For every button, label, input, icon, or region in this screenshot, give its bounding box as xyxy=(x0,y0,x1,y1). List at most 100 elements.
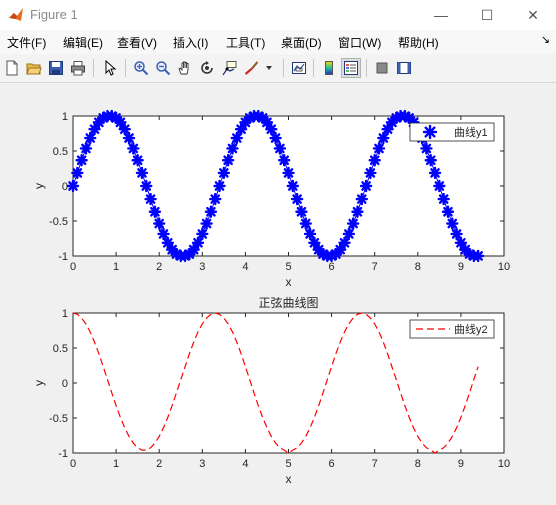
show-plot-tools-icon[interactable] xyxy=(394,58,414,78)
x-tick-label: 0 xyxy=(70,458,76,470)
y-tick-label: 0.5 xyxy=(53,146,68,158)
zoom-in-icon[interactable] xyxy=(131,58,151,78)
y-tick-label: 1 xyxy=(62,111,68,123)
data-point-y1 xyxy=(277,154,291,167)
legend-icon[interactable] xyxy=(341,58,361,78)
x-tick-label: 2 xyxy=(156,261,162,273)
y-tick-label: 1 xyxy=(62,308,68,320)
data-point-y1 xyxy=(424,154,437,167)
title-bar: Figure 1 — ☐ ✕ xyxy=(0,0,556,30)
menu-overflow-arrow-icon[interactable]: ↘ xyxy=(541,33,550,46)
data-point-y1 xyxy=(286,179,300,193)
x-tick-label: 8 xyxy=(415,458,421,470)
data-point-y1 xyxy=(355,192,368,206)
legend[interactable]: 曲线y2 xyxy=(409,319,495,339)
data-point-y1 xyxy=(131,154,144,167)
data-point-y1 xyxy=(273,142,287,155)
data-point-y1 xyxy=(351,205,364,218)
x-tick-label: 6 xyxy=(329,458,335,470)
data-point-y1 xyxy=(144,192,157,206)
toolbar-separator xyxy=(93,59,94,77)
colorbar-icon[interactable] xyxy=(319,58,339,78)
data-point-y1 xyxy=(437,192,450,206)
data-point-y1 xyxy=(471,249,485,263)
x-tick-label: 9 xyxy=(458,458,464,470)
minimize-button[interactable]: — xyxy=(418,0,464,30)
x-axis-label: x xyxy=(286,472,292,486)
x-tick-label: 5 xyxy=(285,261,291,273)
figure-plots: 0 1 2 3 4 5 6 7 8 9 10-1-0.500.51xy曲线y10 1 2 3 4 5 6 7 8 9 1… xyxy=(32,109,510,486)
menu-desktop[interactable]: 桌面(D) xyxy=(281,34,322,51)
y-axis-label: y xyxy=(32,380,46,386)
data-point-y1 xyxy=(282,166,295,180)
data-point-y1 xyxy=(368,154,381,167)
toolbar-separator xyxy=(125,59,126,77)
data-point-y1 xyxy=(122,131,136,145)
x-tick-label: 3 xyxy=(199,458,205,470)
data-point-y1 xyxy=(66,179,80,193)
new-figure-icon[interactable] xyxy=(2,58,22,78)
menu-window[interactable]: 窗口(W) xyxy=(338,34,381,51)
x-tick-label: 1 xyxy=(113,458,119,470)
data-point-y1 xyxy=(372,142,386,155)
x-tick-label: 10 xyxy=(498,458,510,470)
legend[interactable]: 曲线y1 xyxy=(409,122,495,142)
data-point-y1 xyxy=(290,192,304,206)
data-point-y1 xyxy=(140,179,153,193)
rotate-3d-icon[interactable] xyxy=(197,58,217,78)
pointer-icon[interactable] xyxy=(100,58,120,78)
menu-edit[interactable]: 编辑(E) xyxy=(63,34,103,51)
data-point-y1 xyxy=(441,205,455,218)
toolbar-separator xyxy=(366,59,367,77)
data-point-y1 xyxy=(342,227,356,241)
menu-tools[interactable]: 工具(T) xyxy=(226,34,265,51)
x-tick-label: 0 xyxy=(70,261,76,273)
menu-file[interactable]: 文件(F) xyxy=(7,34,46,51)
x-tick-label: 7 xyxy=(372,261,378,273)
maximize-button[interactable]: ☐ xyxy=(464,0,510,30)
print-icon[interactable] xyxy=(68,58,88,78)
legend-label: 曲线y2 xyxy=(454,322,488,336)
brush-dropdown-icon[interactable] xyxy=(262,58,276,78)
data-point-y1 xyxy=(359,179,373,193)
brush-icon[interactable] xyxy=(241,58,261,78)
pan-hand-icon[interactable] xyxy=(175,58,195,78)
data-point-y1 xyxy=(204,205,218,218)
subplot-1: 0 1 2 3 4 5 6 7 8 9 10 -1 -0.5 0 0.5 1 x y 曲线y1 xyxy=(32,109,510,289)
data-point-y1 xyxy=(295,205,308,218)
menu-help[interactable]: 帮助(H) xyxy=(398,34,439,51)
data-point-y1 xyxy=(420,142,433,155)
figure-canvas: 0 1 2 3 4 5 6 7 8 9 10 -1 -0.5 0 0.5 1 x y 曲线y1 0 1 2 3 4 5 6 7 8 9 1… xyxy=(0,83,556,500)
data-point-y1 xyxy=(153,217,166,230)
legend-label: 曲线y1 xyxy=(454,125,488,139)
y-tick-label: 0 xyxy=(62,378,68,390)
open-file-icon[interactable] xyxy=(24,58,44,78)
hide-plot-tools-icon[interactable] xyxy=(372,58,392,78)
x-tick-label: 2 xyxy=(156,458,162,470)
zoom-out-icon[interactable] xyxy=(153,58,173,78)
data-point-y1 xyxy=(364,166,377,180)
close-button[interactable]: ✕ xyxy=(510,0,556,30)
x-tick-label: 6 xyxy=(329,261,335,273)
x-axis-label: x xyxy=(286,275,292,289)
data-point-y1 xyxy=(433,179,446,193)
save-icon[interactable] xyxy=(46,58,66,78)
x-tick-label: 8 xyxy=(415,261,421,273)
data-point-y1 xyxy=(346,217,360,230)
legend-marker-y1 xyxy=(422,124,438,140)
data-point-y1 xyxy=(79,142,93,155)
chart-title: 正弦曲线图 xyxy=(258,295,318,310)
data-point-y1 xyxy=(209,192,222,206)
subplot-2: 0 1 2 3 4 5 6 7 8 9 10 -1 -0.5 0 0.5 1 x y 正弦曲线图曲线y2 xyxy=(32,295,510,486)
data-point-y1 xyxy=(75,154,88,167)
data-point-y1 xyxy=(196,227,209,241)
window-title: Figure 1 xyxy=(30,7,78,22)
x-tick-label: 9 xyxy=(458,261,464,273)
data-cursor-icon[interactable] xyxy=(219,58,239,78)
data-point-y1 xyxy=(221,154,235,167)
data-point-y1 xyxy=(135,166,149,180)
link-plot-icon[interactable] xyxy=(289,58,309,78)
menu-view[interactable]: 查看(V) xyxy=(117,34,157,51)
x-tick-label: 4 xyxy=(242,458,248,470)
menu-insert[interactable]: 插入(I) xyxy=(173,34,208,51)
